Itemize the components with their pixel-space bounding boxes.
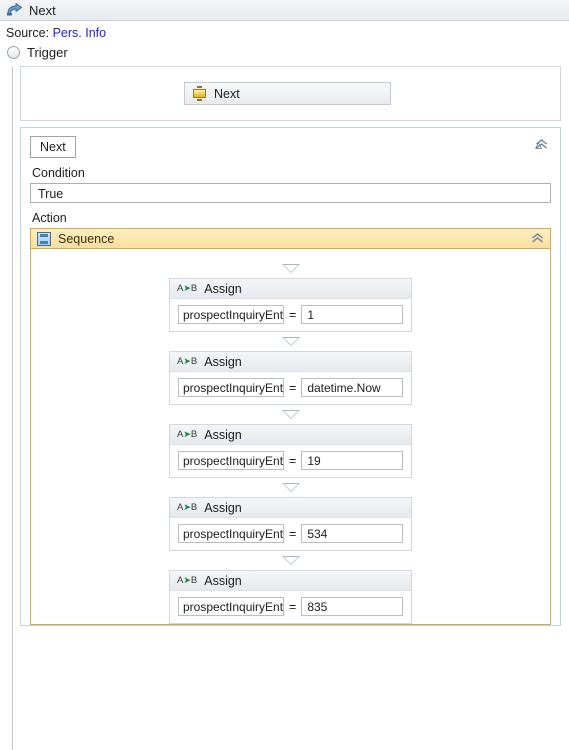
assign-header: A➤B Assign (170, 425, 411, 445)
assign-header: A➤B Assign (170, 279, 411, 299)
assign-title: Assign (204, 281, 242, 296)
assign-target-input[interactable]: prospectInquiryEnt (178, 597, 284, 616)
action-label: Action (32, 211, 67, 225)
assign-title: Assign (204, 427, 242, 442)
sequence-connector-arrow-icon (281, 410, 300, 419)
assign-value-input[interactable]: 534 (301, 524, 403, 543)
assign-title: Assign (204, 500, 242, 515)
assign-operator: = (289, 307, 297, 322)
assign-ab-icon: A➤B (177, 575, 198, 586)
assign-ab-icon: A➤B (177, 502, 198, 513)
window-titlebar: Next (0, 0, 569, 21)
assign-activity[interactable]: A➤B Assign prospectInquiryEnt = datetime.Now (169, 351, 412, 405)
source-label: Source: (6, 26, 50, 40)
assign-header: A➤B Assign (170, 352, 411, 372)
assign-body: prospectInquiryEnt = datetime.Now (170, 372, 411, 404)
assign-activity[interactable]: A➤B Assign prospectInquiryEnt = 1 (169, 278, 412, 332)
source-link[interactable]: Pers. Info (53, 26, 107, 40)
trigger-next-node[interactable]: Next (184, 82, 391, 105)
assign-body: prospectInquiryEnt = 1 (170, 299, 411, 331)
condition-label: Condition (32, 166, 85, 180)
window-title: Next (29, 2, 56, 18)
assign-operator: = (289, 380, 297, 395)
assign-activity[interactable]: A➤B Assign prospectInquiryEnt = 534 (169, 497, 412, 551)
assign-target-input[interactable]: prospectInquiryEnt (178, 305, 284, 324)
sequence-connector-arrow-icon (281, 264, 300, 273)
assign-target-input[interactable]: prospectInquiryEnt (178, 451, 284, 470)
assign-header: A➤B Assign (170, 571, 411, 591)
trigger-next-node-label: Next (214, 86, 240, 101)
assign-value-input[interactable]: 19 (301, 451, 403, 470)
sequence-collapse-chevron-double-up-icon[interactable] (531, 233, 544, 244)
chevron-double-up-icon[interactable]: ▵​ (535, 136, 551, 151)
sequence-header[interactable]: Sequence (30, 228, 551, 249)
assign-body: prospectInquiryEnt = 19 (170, 445, 411, 477)
assign-title: Assign (204, 573, 242, 588)
trigger-panel: Next (20, 66, 561, 121)
assign-value-input[interactable]: 1 (301, 305, 403, 324)
condition-input[interactable]: True (30, 183, 551, 203)
sequence-title: Sequence (58, 231, 115, 246)
source-line: Source: Pers. Info (0, 21, 569, 43)
workflow-canvas: Next Next ▵​ Condition True Action (0, 61, 569, 626)
state-name-tab[interactable]: Next (30, 136, 76, 158)
trigger-radio-icon[interactable] (7, 45, 20, 59)
assign-activity[interactable]: A➤B Assign prospectInquiryEnt = 19 (169, 424, 412, 478)
assign-ab-icon: A➤B (177, 429, 198, 440)
assign-ab-icon: A➤B (177, 356, 198, 367)
flow-arrow-icon (6, 2, 23, 18)
assign-ab-icon: A➤B (177, 283, 198, 294)
sequence-activity: Sequence A➤B Assign prospectInquiryEnt = 1 A➤… (30, 228, 551, 625)
assign-value-input[interactable]: 835 (301, 597, 403, 616)
assign-title: Assign (204, 354, 242, 369)
state-panel-header: Next ▵​ (30, 136, 551, 158)
assign-operator: = (289, 526, 297, 541)
assign-operator: = (289, 453, 297, 468)
sequence-connector-arrow-icon (281, 556, 300, 565)
assign-target-input[interactable]: prospectInquiryEnt (178, 378, 284, 397)
assign-header: A➤B Assign (170, 498, 411, 518)
trigger-row: Trigger (0, 43, 569, 61)
sequence-connector-arrow-icon (281, 483, 300, 492)
state-panel: Next ▵​ Condition True Action Sequence (20, 127, 561, 626)
assign-target-input[interactable]: prospectInquiryEnt (178, 524, 284, 543)
assign-operator: = (289, 599, 297, 614)
assign-value-input[interactable]: datetime.Now (301, 378, 403, 397)
state-node-icon (192, 86, 207, 101)
trigger-label: Trigger (27, 44, 68, 60)
sequence-icon (37, 231, 51, 246)
sequence-body: A➤B Assign prospectInquiryEnt = 1 A➤B Assign pr… (31, 249, 550, 624)
assign-body: prospectInquiryEnt = 534 (170, 518, 411, 550)
assign-activity[interactable]: A➤B Assign prospectInquiryEnt = 835 (169, 570, 412, 624)
assign-body: prospectInquiryEnt = 835 (170, 591, 411, 623)
sequence-connector-arrow-icon (281, 337, 300, 346)
